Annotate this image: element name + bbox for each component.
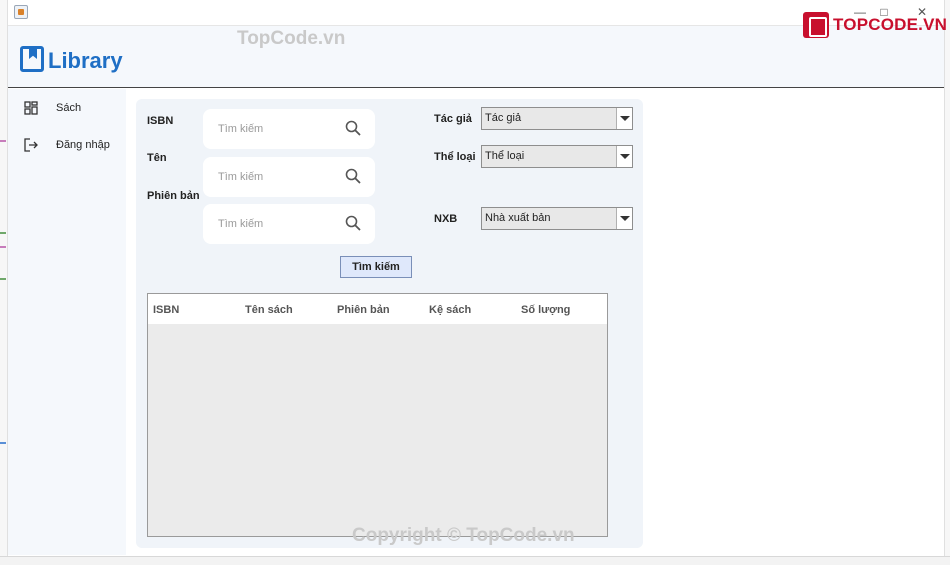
- background-bottom-strip: [0, 556, 950, 565]
- edition-search-input[interactable]: Tìm kiếm: [203, 204, 375, 244]
- edition-label: Phiên bản: [147, 190, 200, 202]
- author-select[interactable]: Tác giả: [481, 107, 633, 130]
- column-header-isbn[interactable]: ISBN: [153, 304, 179, 316]
- author-label: Tác giả: [434, 113, 472, 125]
- brand-logo: TOPCODE.VN: [803, 12, 947, 38]
- login-icon: [24, 138, 38, 152]
- publisher-select[interactable]: Nhà xuất bản: [481, 207, 633, 230]
- name-search-placeholder: Tìm kiếm: [218, 171, 264, 183]
- sidebar: Sách Đăng nhập: [8, 89, 126, 555]
- publisher-label: NXB: [434, 213, 458, 225]
- topcode-logo-icon: [803, 12, 829, 38]
- search-panel: ISBN Tên Phiên bản Tìm kiếm Tìm kiếm Tìm…: [136, 99, 643, 548]
- isbn-search-input[interactable]: Tìm kiếm: [203, 109, 375, 149]
- search-icon[interactable]: [345, 120, 361, 136]
- category-select[interactable]: Thể loại: [481, 145, 633, 168]
- column-header-title[interactable]: Tên sách: [245, 304, 293, 316]
- app-title: Library: [48, 48, 123, 73]
- background-editor-strip: [0, 0, 8, 565]
- publisher-select-value: Nhà xuất bản: [485, 212, 551, 224]
- search-icon[interactable]: [345, 215, 361, 231]
- chevron-down-icon[interactable]: [616, 146, 632, 167]
- chevron-down-icon[interactable]: [616, 208, 632, 229]
- sidebar-item-books[interactable]: Sách: [8, 93, 126, 123]
- chevron-down-icon[interactable]: [616, 108, 632, 129]
- background-right-strip: [944, 0, 950, 565]
- editor-mark: [0, 140, 6, 142]
- isbn-label: ISBN: [147, 115, 174, 127]
- book-icon: [20, 46, 44, 72]
- grid-icon: [24, 101, 38, 115]
- category-select-value: Thể loại: [485, 150, 525, 162]
- name-search-input[interactable]: Tìm kiếm: [203, 157, 375, 197]
- sidebar-item-login[interactable]: Đăng nhập: [8, 130, 126, 160]
- edition-search-placeholder: Tìm kiếm: [218, 218, 264, 230]
- column-header-edition[interactable]: Phiên bản: [337, 304, 390, 316]
- watermark-top: TopCode.vn: [237, 28, 346, 49]
- editor-mark: [0, 442, 6, 444]
- sidebar-item-label: Đăng nhập: [56, 139, 110, 151]
- category-label: Thể loại: [434, 151, 476, 163]
- java-app-icon: [14, 5, 28, 19]
- column-header-shelf[interactable]: Kệ sách: [429, 304, 471, 316]
- sidebar-item-label: Sách: [56, 102, 82, 114]
- search-button[interactable]: Tìm kiếm: [340, 256, 412, 278]
- name-label: Tên: [147, 152, 167, 164]
- isbn-search-placeholder: Tìm kiếm: [218, 123, 264, 135]
- books-table[interactable]: ISBN Tên sách Phiên bản Kệ sách Số lượng: [147, 293, 608, 537]
- editor-mark: [0, 232, 6, 234]
- brand-logo-text: TOPCODE.VN: [833, 15, 948, 34]
- column-header-quantity[interactable]: Số lượng: [521, 304, 570, 316]
- editor-mark: [0, 246, 6, 248]
- table-header: ISBN Tên sách Phiên bản Kệ sách Số lượng: [148, 294, 607, 324]
- watermark-bottom: Copyright © TopCode.vn: [352, 525, 575, 546]
- search-icon[interactable]: [345, 168, 361, 184]
- editor-mark: [0, 278, 6, 280]
- author-select-value: Tác giả: [485, 112, 522, 124]
